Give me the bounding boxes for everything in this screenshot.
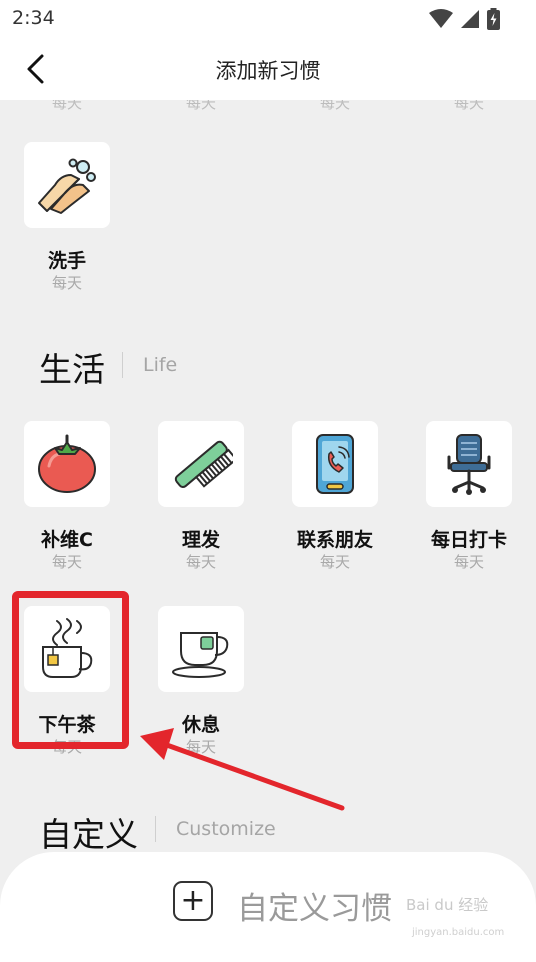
habit-name: 洗手 <box>47 250 86 272</box>
phone-icon <box>316 434 354 494</box>
habit-name: 每日打卡 <box>430 529 507 551</box>
status-time: 2:34 <box>12 7 55 29</box>
habit-tile[interactable] <box>292 421 378 507</box>
wifi-icon <box>429 9 453 28</box>
add-custom-habit-button[interactable]: + <box>173 881 213 921</box>
habit-frequency: 每天 <box>319 553 350 571</box>
habit-frequency: 每天 <box>185 553 216 571</box>
habit-list[interactable]: 每天 每天 每天 每天 洗手 每天 生活 Life 补维C 每天 理发 每天 联… <box>0 94 536 953</box>
habit-name: 理发 <box>181 529 220 551</box>
section-title-life: 生活 <box>39 350 105 389</box>
signal-icon <box>461 10 479 28</box>
habit-name: 联系朋友 <box>296 529 373 551</box>
habit-frequency: 每天 <box>51 553 82 571</box>
add-custom-habit-label[interactable]: 自定义习惯 <box>237 883 392 928</box>
hand-washing-icon <box>38 158 96 214</box>
plus-icon: + <box>180 883 206 918</box>
habit-tile[interactable] <box>426 421 512 507</box>
watermark: Bai du 经验 <box>406 896 489 914</box>
section-title-custom: 自定义 <box>39 815 138 854</box>
battery-icon <box>487 8 500 30</box>
habit-tile[interactable] <box>158 606 244 692</box>
highlight-box <box>12 591 129 749</box>
habit-frequency: 每天 <box>51 274 82 292</box>
habit-frequency: 每天 <box>453 553 484 571</box>
comb-icon <box>174 440 233 489</box>
habit-tile[interactable] <box>24 142 110 228</box>
teacup-icon <box>172 632 229 678</box>
watermark-url: jingyan.baidu.com <box>412 927 505 938</box>
annotation-arrow <box>140 728 345 811</box>
status-icons <box>429 8 500 30</box>
habit-tile[interactable] <box>158 421 244 507</box>
office-chair-icon <box>447 434 491 495</box>
page-title: 添加新习惯 <box>215 59 321 83</box>
tomato-icon <box>38 434 96 493</box>
section-subtitle-life: Life <box>143 354 178 376</box>
status-bar: 2:34 <box>0 0 536 38</box>
bottom-sheet: + 自定义习惯 Bai du 经验 jingyan.baidu.com <box>0 852 536 962</box>
section-divider <box>122 352 123 378</box>
habit-name: 补维C <box>41 529 93 551</box>
nav-bar: 添加新习惯 <box>0 38 536 100</box>
habit-tile[interactable] <box>24 421 110 507</box>
